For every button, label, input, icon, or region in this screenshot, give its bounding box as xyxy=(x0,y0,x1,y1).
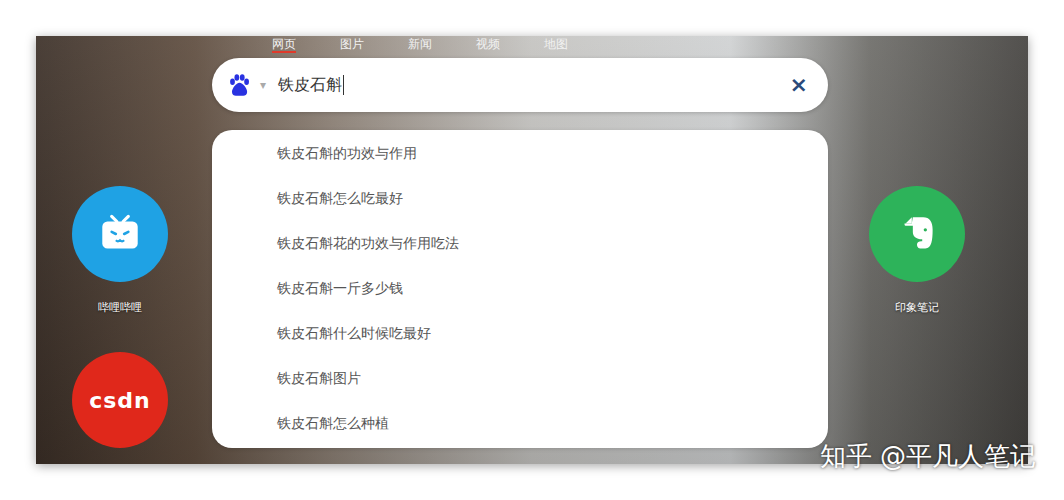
suggestion-item[interactable]: 铁皮石斛怎么种植 xyxy=(212,401,828,446)
search-area: 网页 图片 新闻 视频 地图 ▾ 铁皮石斛 × 铁皮石斛的功效与作用铁皮石斛怎么吃最好铁皮石斛花… xyxy=(212,36,828,448)
shortcut-label: 哔哩哔哩 xyxy=(98,300,142,315)
watermark: 知乎 @平凡人笔记 xyxy=(820,439,1036,474)
baidu-paw-icon[interactable] xyxy=(226,72,252,98)
suggestion-item[interactable]: 铁皮石斛图片 xyxy=(212,356,828,401)
page: 网页 图片 新闻 视频 地图 ▾ 铁皮石斛 × 铁皮石斛的功效与作用铁皮石斛怎么吃最好铁皮石斛花… xyxy=(0,0,1064,500)
shortcut[interactable]: 印象笔记 xyxy=(869,186,965,315)
shortcut-label: 印象笔记 xyxy=(895,300,939,315)
suggestion-item[interactable]: 铁皮石斛一斤多少钱 xyxy=(212,266,828,311)
csdn-logo-text: csdn xyxy=(89,388,151,413)
shortcut-logo[interactable] xyxy=(72,186,168,282)
search-bar[interactable]: ▾ 铁皮石斛 × xyxy=(212,58,828,112)
shortcut-logo[interactable] xyxy=(869,186,965,282)
search-input[interactable]: 铁皮石斛 xyxy=(278,75,342,96)
shortcut[interactable]: csdn xyxy=(72,352,168,448)
suggestion-item[interactable]: 铁皮石斛什么时候吃最好 xyxy=(212,311,828,356)
suggestion-item[interactable]: 铁皮石斛怎么吃最好 xyxy=(212,176,828,221)
suggestion-item[interactable]: 铁皮石斛的功效与作用 xyxy=(212,131,828,176)
clear-icon[interactable]: × xyxy=(790,74,808,96)
suggestion-item[interactable]: 铁皮石斛花的功效与作用吃法 xyxy=(212,221,828,266)
search-tab[interactable]: 地图 xyxy=(544,36,568,53)
suggestion-list: 铁皮石斛的功效与作用铁皮石斛怎么吃最好铁皮石斛花的功效与作用吃法铁皮石斛一斤多少… xyxy=(212,130,828,448)
evernote-elephant-icon xyxy=(892,209,942,259)
text-caret xyxy=(343,75,344,95)
bilibili-tv-icon xyxy=(95,209,145,259)
search-tab[interactable]: 图片 xyxy=(340,36,364,53)
search-tab[interactable]: 网页 xyxy=(272,36,296,53)
shortcut-logo[interactable]: csdn xyxy=(72,352,168,448)
search-tab[interactable]: 新闻 xyxy=(408,36,432,53)
screenshot-frame: 网页 图片 新闻 视频 地图 ▾ 铁皮石斛 × 铁皮石斛的功效与作用铁皮石斛怎么吃最好铁皮石斛花… xyxy=(36,36,1028,464)
engine-dropdown-icon[interactable]: ▾ xyxy=(260,78,266,92)
search-tab[interactable]: 视频 xyxy=(476,36,500,53)
search-tabs: 网页 图片 新闻 视频 地图 xyxy=(212,36,828,56)
shortcut[interactable]: 哔哩哔哩 xyxy=(72,186,168,315)
